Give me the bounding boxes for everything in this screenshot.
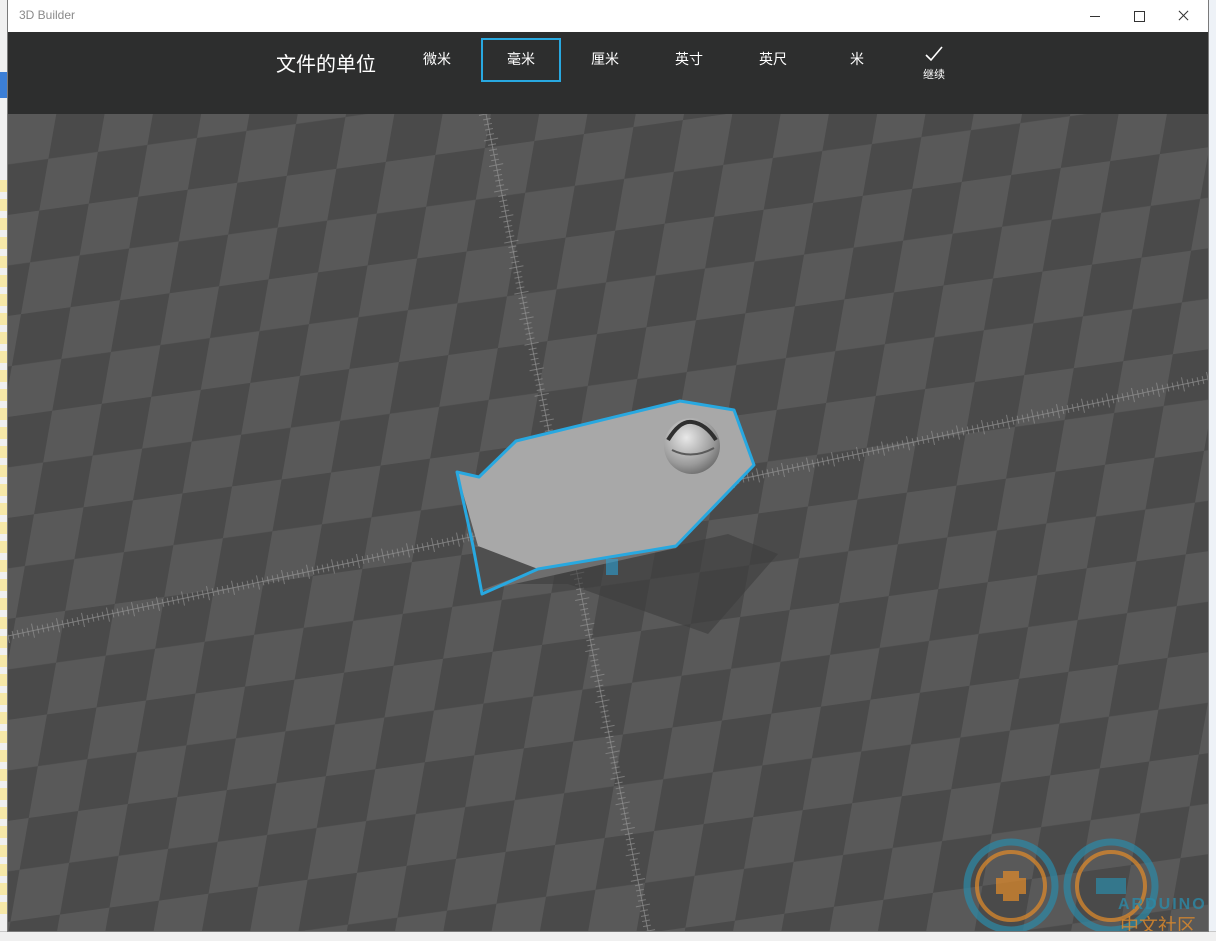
unit-micrometer-button[interactable]: 微米 xyxy=(397,38,477,82)
background-tab xyxy=(0,72,8,98)
minimize-button[interactable] xyxy=(1072,0,1118,32)
unit-inch-button[interactable]: 英寸 xyxy=(649,38,729,82)
knob-feature xyxy=(664,418,720,474)
maximize-button[interactable] xyxy=(1116,0,1162,32)
app-window: 3D Builder 文件的单位 微米 毫米 厘米 英寸 英尺 米 继续 ARD… xyxy=(8,0,1208,931)
title-bar[interactable]: 3D Builder xyxy=(8,0,1208,33)
checkmark-icon xyxy=(925,46,943,62)
unit-foot-button[interactable]: 英尺 xyxy=(733,38,813,82)
file-units-toolbar: 文件的单位 微米 毫米 厘米 英寸 英尺 米 继续 xyxy=(8,32,1208,114)
watermark-community: 中文社区 xyxy=(1120,915,1196,931)
close-button[interactable] xyxy=(1160,0,1206,32)
unit-centimeter-button[interactable]: 厘米 xyxy=(565,38,645,82)
continue-label: 继续 xyxy=(923,68,945,81)
unit-meter-button[interactable]: 米 xyxy=(817,38,897,82)
app-title: 3D Builder xyxy=(19,8,76,22)
continue-button[interactable]: 继续 xyxy=(904,44,964,90)
units-title: 文件的单位 xyxy=(276,52,376,76)
background-app-right-edge xyxy=(1208,0,1216,940)
3d-viewport[interactable]: ARDUINO 中文社区 xyxy=(8,114,1208,931)
unit-millimeter-button[interactable]: 毫米 xyxy=(481,38,561,82)
model-pivot-marker xyxy=(606,559,618,575)
background-file-list xyxy=(0,180,8,920)
watermark-brand: ARDUINO xyxy=(1118,896,1207,913)
